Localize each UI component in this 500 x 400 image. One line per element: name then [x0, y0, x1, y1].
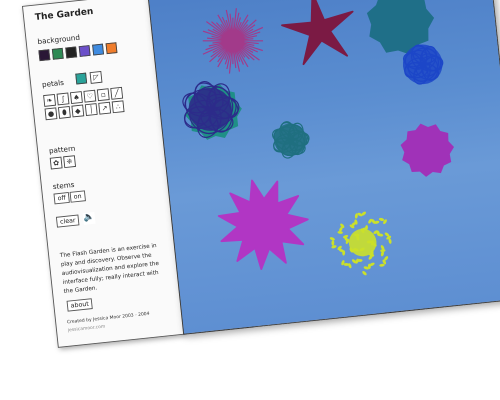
spiral-icon[interactable]: ∫ [56, 92, 70, 106]
swatch-1[interactable] [38, 49, 51, 62]
brush-icon[interactable]: ⬮ [57, 105, 71, 119]
stems-off-button[interactable]: off [53, 192, 70, 205]
arrow-icon[interactable]: ↗ [98, 101, 112, 115]
swatch-2[interactable] [51, 47, 64, 60]
flower-maroon-star [281, 0, 354, 66]
stems-on-button[interactable]: on [69, 190, 86, 203]
petal-tools: ❧ ∫ ♠ ♡ ▫ ╱ ● ⬮ ◆ │ ↗ ∴ [43, 86, 133, 121]
credit: Created by Jessica Moor 2003 - 2004 jess… [67, 308, 176, 335]
flower-purple-round [400, 123, 455, 177]
pattern-label: pattern [48, 144, 76, 156]
about-text: The Flash Garden is an exercise in play … [59, 242, 160, 295]
color-picker-icon[interactable]: ◸ [89, 70, 103, 84]
clear-button[interactable]: clear [55, 214, 80, 228]
round-icon[interactable]: ● [44, 107, 58, 121]
background-swatches [38, 42, 118, 62]
speaker-icon[interactable]: 🔈 [82, 211, 96, 225]
heart-icon[interactable]: ♡ [83, 89, 97, 103]
garden-canvas[interactable] [147, 0, 500, 335]
background-label: background [37, 33, 81, 46]
leaf-icon[interactable]: ❧ [43, 93, 56, 107]
pattern-radial-icon[interactable]: ✿ [49, 156, 63, 170]
petals-label: petals [41, 78, 65, 89]
pointed-icon[interactable]: ♠ [69, 91, 83, 104]
swatch-6[interactable] [105, 42, 118, 55]
swatch-4[interactable] [78, 45, 91, 57]
pattern-grid-icon[interactable]: ❈ [63, 155, 77, 169]
swatch-5[interactable] [92, 43, 105, 56]
about-button[interactable]: about [66, 298, 93, 312]
square-icon[interactable]: ▫ [96, 88, 110, 102]
app-title: The Garden [34, 6, 94, 23]
flower-pink-burst [202, 8, 264, 74]
swatch-3[interactable] [65, 46, 78, 59]
line-icon[interactable]: │ [84, 103, 98, 117]
flower-magenta-star [217, 179, 309, 270]
garden-drawing [182, 0, 455, 276]
spray-icon[interactable]: ∴ [111, 100, 125, 114]
needle-icon[interactable]: ╱ [110, 86, 124, 100]
stems-label: stems [52, 180, 75, 191]
spike-icon[interactable]: ◆ [71, 104, 85, 118]
petal-color-swatch[interactable] [75, 72, 88, 85]
